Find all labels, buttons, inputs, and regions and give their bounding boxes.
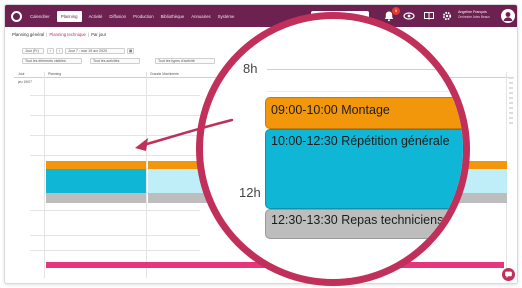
filter-types-label: Tout les types d'activité	[158, 59, 195, 63]
side-column-markers	[509, 74, 513, 124]
big-event-repas-techniciens[interactable]: 12:30-13:30 Repas techniciens	[265, 209, 463, 239]
grid-hour-line	[30, 115, 200, 116]
grid-hour-line	[30, 250, 200, 251]
grid-hour-line	[30, 135, 200, 136]
calendar-icon: ▦	[129, 49, 133, 53]
big-event-repetition-generale[interactable]: 10:00-12:30 Répétition générale	[265, 129, 463, 209]
calendar-button[interactable]: ▦	[127, 48, 134, 54]
big-event-montage[interactable]: 09:00-10:00 Montage	[265, 97, 463, 129]
user-organization: Orchestre Arles Beaux	[458, 15, 490, 19]
day-label: jeu 19/07	[18, 80, 32, 84]
breadcrumb-planning-general[interactable]: Planning général	[12, 32, 44, 37]
date-label: Jour 7 : mar 19 avr 2020	[68, 49, 108, 53]
nav-item-annuaires[interactable]: Annuaires	[191, 14, 210, 19]
user-info[interactable]: Angeline François Orchestre Arles Beaux	[458, 10, 498, 20]
breadcrumb-planning-technique[interactable]: Planning technique	[49, 32, 86, 37]
big-event-repas-label: 12:30-13:30 Repas techniciens	[271, 213, 444, 227]
column-header-grande-machinerie: Grande Machinerie	[150, 72, 179, 76]
event-montage[interactable]	[46, 161, 146, 169]
nav-item-planning[interactable]: Planning	[56, 10, 82, 22]
view-select[interactable]: Jour (Fr)	[22, 48, 44, 54]
filter-activities-select[interactable]: Tout les activités	[90, 58, 140, 64]
chevron-right-icon: ›	[59, 49, 61, 53]
grid-hour-line	[30, 95, 200, 96]
magnifier-lens: 8h 12h 09:00-10:00 Montage 10:00-12:30 R…	[196, 12, 470, 286]
hour-label-8h: 8h	[243, 61, 258, 76]
notification-count-badge: 5	[392, 7, 400, 15]
prev-button[interactable]: ‹	[47, 48, 54, 54]
nav-item-calendrier[interactable]: Calendrier	[30, 14, 50, 19]
chat-button[interactable]	[502, 268, 515, 281]
view-select-label: Jour (Fr)	[25, 49, 39, 53]
grid-hour-line	[30, 210, 200, 211]
hour-label-12h: 12h	[239, 185, 261, 200]
half-hour-line	[267, 91, 463, 92]
breadcrumb: Planning général | Planning technique | Par …	[12, 32, 107, 37]
nav-item-production[interactable]: Production	[133, 14, 154, 19]
big-event-repetition-label: 10:00-12:30 Répétition générale	[271, 134, 450, 148]
app-logo-icon[interactable]	[11, 10, 22, 22]
next-button[interactable]: ›	[56, 48, 63, 54]
filter-visible-label: Tout les éléments visibles	[25, 59, 66, 63]
column-header-jour: Jour	[18, 72, 25, 76]
breadcrumb-par-jour[interactable]: Par jour	[91, 32, 106, 37]
chat-icon	[505, 271, 512, 278]
nav-item-systeme[interactable]: Système	[218, 14, 235, 19]
event-repetition-generale[interactable]	[46, 169, 146, 193]
big-event-montage-label: 09:00-10:00 Montage	[271, 103, 390, 117]
event-repas-techniciens[interactable]	[46, 193, 146, 203]
nav-item-bibliotheque[interactable]: Bibliothèque	[161, 14, 185, 19]
hour-line-8h	[267, 69, 463, 70]
avatar[interactable]	[501, 9, 515, 23]
nav-item-activite[interactable]: Activité	[89, 14, 103, 19]
column-header-planning: Planning	[48, 72, 62, 76]
grid-hour-line	[30, 155, 200, 156]
grid-hour-line	[30, 235, 200, 236]
nav-item-diffusion[interactable]: Diffusion	[109, 14, 126, 19]
filter-activities-label: Tout les activités	[93, 59, 120, 63]
grid-column-divider	[146, 72, 147, 278]
date-picker[interactable]: Jour 7 : mar 19 avr 2020	[65, 48, 125, 54]
grid-column-divider	[44, 72, 45, 278]
chevron-left-icon: ‹	[50, 49, 52, 53]
filter-visible-select[interactable]: Tout les éléments visibles	[22, 58, 82, 64]
